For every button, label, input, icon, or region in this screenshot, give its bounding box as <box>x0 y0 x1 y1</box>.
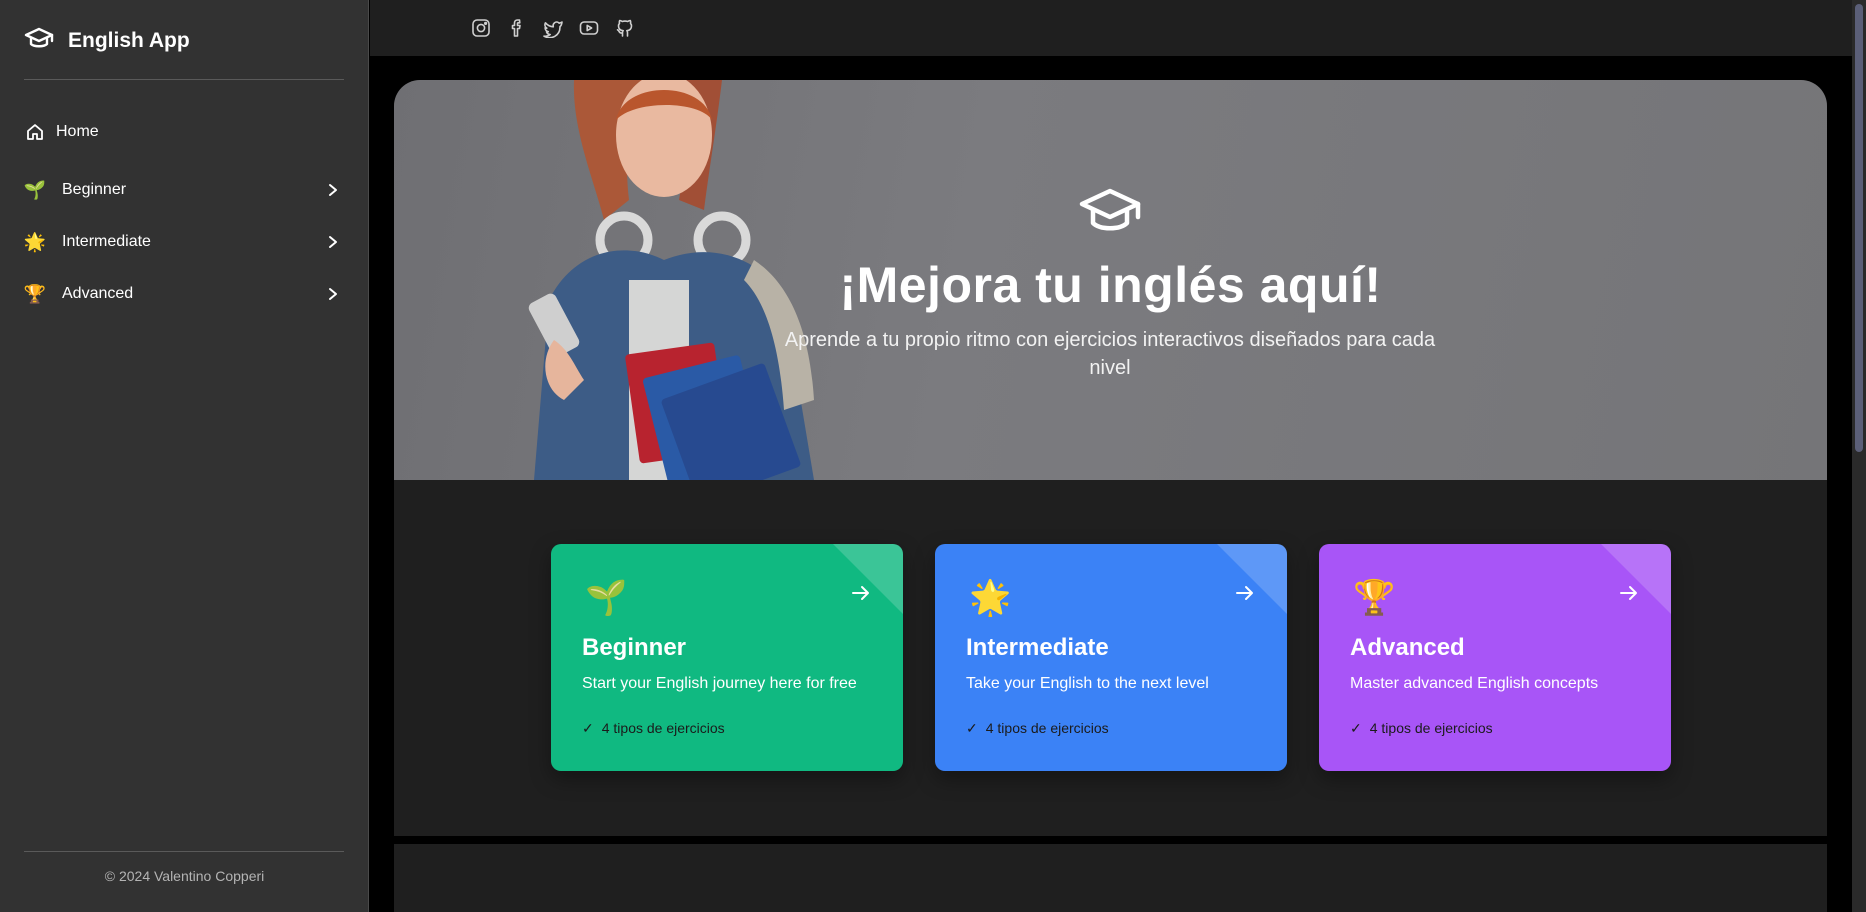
arrow-right-icon[interactable] <box>1619 584 1639 607</box>
card-title: Advanced <box>1350 634 1465 661</box>
hero-banner: ¡Mejora tu inglés aquí! Aprende a tu pro… <box>394 80 1827 480</box>
card-feature: ✓ 4 tipos de ejercicios <box>582 720 725 737</box>
instagram-icon[interactable] <box>470 16 492 40</box>
next-section <box>394 844 1827 912</box>
divider <box>24 851 344 852</box>
check-icon: ✓ <box>582 720 594 736</box>
chevron-right-icon[interactable] <box>322 283 344 305</box>
hero-title: ¡Mejora tu inglés aquí! <box>839 257 1382 313</box>
card-feature-text: 4 tipos de ejercicios <box>601 720 725 736</box>
card-description: Take your English to the next level <box>966 675 1209 692</box>
trophy-icon: 🏆 <box>23 283 47 304</box>
brand[interactable]: English App <box>24 24 190 58</box>
main-content: ¡Mejora tu inglés aquí! Aprende a tu pro… <box>394 80 1827 836</box>
card-feature-text: 4 tipos de ejercicios <box>1369 720 1493 736</box>
youtube-icon[interactable] <box>578 16 600 40</box>
top-bar <box>370 0 1866 56</box>
seedling-icon: 🌱 <box>585 579 628 617</box>
card-feature-text: 4 tipos de ejercicios <box>985 720 1109 736</box>
copyright-text: © 2024 Valentino Copperi <box>104 868 265 884</box>
check-icon: ✓ <box>966 720 978 736</box>
sidebar-item-label: Beginner <box>62 181 127 198</box>
sidebar-nav: Home 🌱 Beginner 🌟 Intermediate 🏆 Advance… <box>24 112 344 320</box>
social-links <box>470 16 636 40</box>
card-description: Start your English journey here for free <box>582 675 857 692</box>
star-icon: 🌟 <box>969 579 1012 617</box>
card-description: Master advanced English concepts <box>1350 675 1599 692</box>
facebook-icon[interactable] <box>506 16 528 40</box>
sidebar-item-beginner[interactable]: 🌱 Beginner <box>24 164 344 216</box>
card-title: Beginner <box>582 634 687 661</box>
level-card-intermediate[interactable]: 🌟 Intermediate Take your English to the … <box>935 544 1287 771</box>
sidebar-item-intermediate[interactable]: 🌟 Intermediate <box>24 216 344 268</box>
sidebar-item-label: Advanced <box>62 285 134 302</box>
github-icon[interactable] <box>614 16 636 40</box>
card-feature: ✓ 4 tipos de ejercicios <box>966 720 1109 737</box>
sidebar-item-label: Intermediate <box>62 233 151 250</box>
check-icon: ✓ <box>1350 720 1362 736</box>
brand-title: English App <box>68 29 190 52</box>
chevron-right-icon[interactable] <box>322 179 344 201</box>
level-card-advanced[interactable]: 🏆 Advanced Master advanced English conce… <box>1319 544 1671 771</box>
scrollbar[interactable] <box>1852 0 1866 912</box>
graduation-cap-icon <box>1078 186 1142 243</box>
arrow-right-icon[interactable] <box>1235 584 1255 607</box>
level-card-beginner[interactable]: 🌱 Beginner Start your English journey he… <box>551 544 903 771</box>
twitter-icon[interactable] <box>542 16 564 40</box>
sidebar-item-home[interactable]: Home <box>24 112 344 152</box>
sidebar-item-advanced[interactable]: 🏆 Advanced <box>24 268 344 320</box>
home-icon <box>24 121 46 143</box>
star-icon: 🌟 <box>23 231 47 252</box>
trophy-icon: 🏆 <box>1353 579 1396 617</box>
sidebar-item-label: Home <box>56 123 99 140</box>
divider <box>24 79 344 80</box>
scrollbar-thumb[interactable] <box>1855 4 1863 452</box>
card-title: Intermediate <box>966 634 1109 661</box>
seedling-icon: 🌱 <box>23 179 47 200</box>
hero-subtitle: Aprende a tu propio ritmo con ejercicios… <box>784 329 1436 379</box>
chevron-right-icon[interactable] <box>322 231 344 253</box>
graduation-cap-icon <box>24 27 54 56</box>
sidebar: English App Home 🌱 Beginner 🌟 Intermedia… <box>0 0 369 912</box>
card-feature: ✓ 4 tipos de ejercicios <box>1350 720 1493 737</box>
arrow-right-icon[interactable] <box>851 584 871 607</box>
